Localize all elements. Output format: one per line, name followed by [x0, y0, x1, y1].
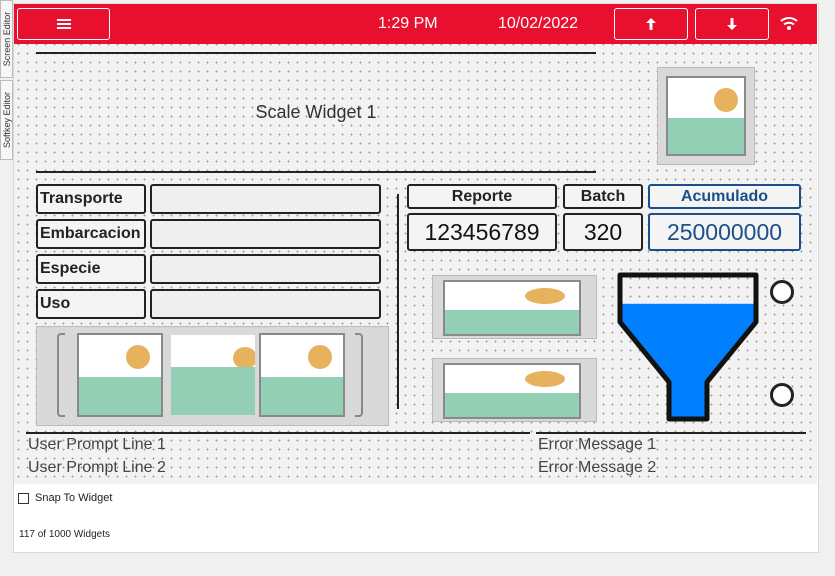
error-message-2: Error Message 2 — [538, 459, 657, 476]
field-value-especie[interactable] — [150, 254, 381, 284]
user-prompt-line-1: User Prompt Line 1 — [28, 436, 166, 453]
image-widget[interactable] — [657, 67, 755, 165]
field-label-uso: Uso — [36, 289, 146, 319]
acumulado-value: 250000000 — [648, 213, 801, 251]
image-widget-middle-2[interactable] — [432, 358, 597, 422]
carousel-image-1 — [77, 333, 163, 417]
screen-canvas[interactable]: 1:29 PM 10/02/2022 Scale Widget 1 Transp… — [14, 4, 817, 484]
status-indicator-bottom[interactable] — [770, 383, 794, 407]
tab-softkey-editor[interactable]: Softkey Editor — [0, 80, 13, 160]
field-value-transporte[interactable] — [150, 184, 381, 214]
reporte-header: Reporte — [407, 184, 557, 209]
tab-screen-editor[interactable]: Screen Editor — [0, 0, 13, 78]
scale-widget[interactable]: Scale Widget 1 — [36, 54, 596, 170]
reporte-value: 123456789 — [407, 213, 557, 251]
top-bar: 1:29 PM 10/02/2022 — [14, 4, 817, 44]
carousel-left-bracket — [57, 333, 65, 417]
arrow-down-icon — [727, 18, 737, 30]
field-value-embarcacion[interactable] — [150, 219, 381, 249]
image-widget-middle-1[interactable] — [432, 275, 597, 339]
field-label-transporte: Transporte — [36, 184, 146, 214]
scale-bottom-line — [36, 171, 596, 173]
widget-count: 117 of 1000 Widgets — [19, 529, 110, 540]
image-carousel[interactable] — [36, 326, 389, 426]
image-placeholder-icon — [666, 76, 746, 156]
batch-header: Batch — [563, 184, 643, 209]
scroll-down-button[interactable] — [695, 8, 769, 40]
hopper-widget[interactable] — [617, 272, 759, 424]
snap-label: Snap To Widget — [35, 492, 113, 504]
hopper-fill — [620, 303, 756, 419]
carousel-image-3 — [259, 333, 345, 417]
scroll-up-button[interactable] — [614, 8, 688, 40]
image-placeholder-icon — [443, 280, 581, 336]
side-tab-strip: Screen Editor Softkey Editor — [0, 0, 13, 160]
carousel-image-2 — [171, 335, 255, 415]
field-value-uso[interactable] — [150, 289, 381, 319]
field-label-embarcacion: Embarcacion — [36, 219, 146, 249]
batch-value: 320 — [563, 213, 643, 251]
acumulado-header: Acumulado — [648, 184, 801, 209]
snap-to-widget-option[interactable]: Snap To Widget — [18, 492, 112, 504]
field-label-especie: Especie — [36, 254, 146, 284]
arrow-up-icon — [646, 18, 656, 30]
error-line-divider — [536, 432, 806, 434]
snap-checkbox[interactable] — [18, 492, 29, 504]
menu-button[interactable] — [17, 8, 110, 40]
status-indicator-top[interactable] — [770, 280, 794, 304]
error-message-1: Error Message 1 — [538, 436, 657, 453]
vertical-divider — [397, 194, 399, 409]
scale-widget-label: Scale Widget 1 — [255, 101, 377, 122]
user-prompt-line-2: User Prompt Line 2 — [28, 459, 166, 476]
wifi-icon — [780, 17, 798, 30]
carousel-right-bracket — [355, 333, 363, 417]
clock-date: 10/02/2022 — [498, 15, 579, 32]
hamburger-icon — [56, 19, 71, 29]
image-placeholder-icon — [443, 363, 581, 419]
clock-time: 1:29 PM — [378, 15, 438, 32]
prompt-line-divider — [26, 432, 530, 434]
